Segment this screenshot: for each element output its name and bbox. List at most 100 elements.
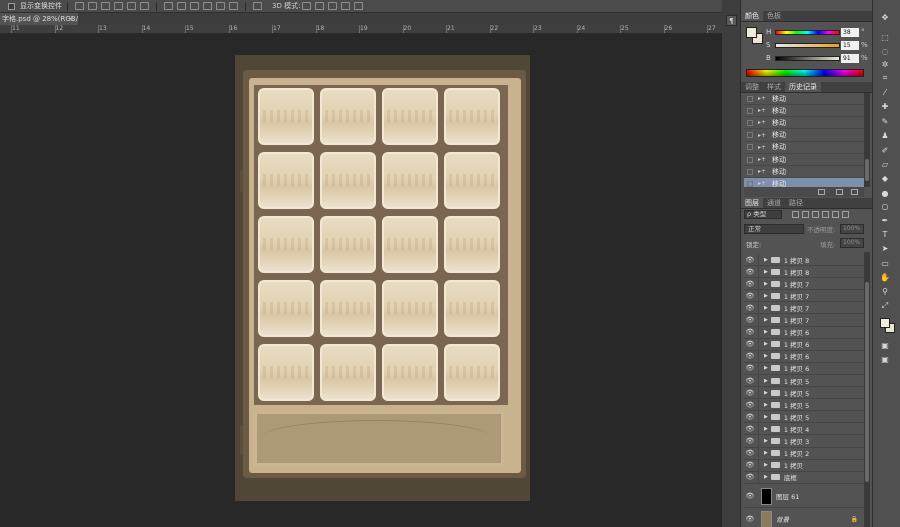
type-tool-icon[interactable]: T	[878, 229, 892, 240]
expand-triangle-icon[interactable]: ▶	[764, 257, 768, 263]
visibility-eye-icon[interactable]: 👁	[745, 352, 755, 360]
layer-name[interactable]: 1 拷贝 3	[784, 436, 809, 446]
layer-name[interactable]: 底框	[784, 472, 797, 482]
layer-group-row[interactable]: 👁 ▶ 1 拷贝 7	[744, 277, 864, 291]
snapshot-checkbox[interactable]	[747, 119, 753, 126]
layer-name[interactable]: 1 拷贝 7	[784, 315, 809, 325]
document-tab[interactable]: 字格.psd @ 28%(RGB/8) ×	[0, 13, 78, 25]
expand-triangle-icon[interactable]: ▶	[764, 341, 768, 347]
layer-group-row[interactable]: 👁 ▶ 1 拷贝 7	[744, 301, 864, 315]
expand-triangle-icon[interactable]: ▶	[764, 462, 768, 468]
expand-triangle-icon[interactable]: ▶	[764, 281, 768, 287]
layers-scroll-thumb[interactable]	[865, 282, 869, 482]
expand-triangle-icon[interactable]: ▶	[764, 329, 768, 335]
brush-tool-icon[interactable]: ✎	[878, 116, 892, 127]
layer-group-row[interactable]: 👁 ▶ 1 拷贝 6	[744, 350, 864, 363]
auto-align-icon[interactable]	[253, 2, 262, 10]
visibility-eye-icon[interactable]: 👁	[745, 389, 755, 397]
tab-styles[interactable]: 样式	[763, 82, 785, 92]
visibility-eye-icon[interactable]: 👁	[745, 377, 755, 385]
path-select-icon[interactable]: ➤	[878, 243, 892, 254]
3d-drag-icon[interactable]	[328, 2, 338, 10]
swap-colors-icon[interactable]: ⤢	[878, 300, 892, 311]
saturation-bar[interactable]	[775, 43, 840, 48]
history-scrollbar[interactable]	[864, 93, 870, 187]
layer-group-row[interactable]: 👁 ▶ 1 拷贝 5	[744, 374, 864, 387]
tab-paths[interactable]: 路径	[785, 198, 807, 208]
layer-group-row[interactable]: 👁 ▶ 1 拷贝 8	[744, 265, 864, 279]
layer-row[interactable]: 👁 图层 61	[744, 485, 864, 508]
expand-triangle-icon[interactable]: ▶	[764, 365, 768, 371]
hue-bar[interactable]	[775, 30, 840, 35]
filter-toggle-icon[interactable]	[842, 211, 849, 218]
show-transform-checkbox[interactable]	[8, 2, 15, 10]
history-item[interactable]: ▸+ 移动	[744, 93, 864, 105]
layer-filter-dropdown[interactable]: ρ 类型	[744, 210, 782, 219]
expand-triangle-icon[interactable]: ▶	[764, 293, 768, 299]
expand-triangle-icon[interactable]: ▶	[764, 402, 768, 408]
snapshot-checkbox[interactable]	[747, 95, 753, 102]
new-snapshot-icon[interactable]	[836, 189, 843, 195]
fill-input[interactable]: 100%	[840, 238, 864, 248]
history-item[interactable]: ▸+ 移动	[744, 154, 864, 166]
distribute-bottom-icon[interactable]	[190, 2, 199, 10]
visibility-eye-icon[interactable]: 👁	[745, 340, 755, 348]
brightness-slider[interactable]: B 91 %	[766, 54, 868, 63]
align-hcenter-icon[interactable]	[127, 2, 136, 10]
visibility-eye-icon[interactable]: 👁	[745, 256, 755, 264]
align-vcenter-icon[interactable]	[88, 2, 97, 10]
layer-name[interactable]: 1 拷贝 5	[784, 376, 809, 386]
brightness-bar[interactable]	[775, 56, 840, 61]
expand-triangle-icon[interactable]: ▶	[764, 426, 768, 432]
layer-group-row[interactable]: 👁 ▶ 底框	[744, 471, 864, 484]
hand-tool-icon[interactable]: ✋	[878, 272, 892, 283]
layer-group-row[interactable]: 👁 ▶ 1 拷贝 5	[744, 398, 864, 412]
visibility-eye-icon[interactable]: 👁	[745, 280, 755, 288]
layer-name[interactable]: 1 拷贝 7	[784, 279, 809, 289]
layer-group-row[interactable]: 👁 ▶ 1 拷贝 8	[744, 253, 864, 266]
opacity-input[interactable]: 100%	[840, 224, 864, 234]
marquee-tool-icon[interactable]: ⬚	[878, 32, 892, 43]
history-item[interactable]: ▸+ 移动	[744, 141, 864, 154]
layer-group-row[interactable]: 👁 ▶ 1 拷贝 5	[744, 386, 864, 400]
zoom-tool-icon[interactable]: ⚲	[878, 286, 892, 297]
eraser-tool-icon[interactable]: ▱	[878, 159, 892, 170]
lasso-tool-icon[interactable]: ◌	[878, 46, 892, 57]
layer-group-row[interactable]: 👁 ▶ 1 拷贝 4	[744, 422, 864, 436]
layer-name[interactable]: 1 拷贝 6	[784, 339, 809, 349]
hue-value[interactable]: 38	[841, 28, 859, 37]
filter-pixel-icon[interactable]	[792, 211, 799, 218]
expand-triangle-icon[interactable]: ▶	[764, 450, 768, 456]
layer-name[interactable]: 1 拷贝 5	[784, 388, 809, 398]
distribute-left-icon[interactable]	[203, 2, 212, 10]
history-item[interactable]: ▸+ 移动	[744, 117, 864, 130]
distribute-hcenter-icon[interactable]	[216, 2, 225, 10]
filter-adjustment-icon[interactable]	[802, 211, 809, 218]
visibility-eye-icon[interactable]: 👁	[745, 292, 755, 300]
filter-smart-object-icon[interactable]	[832, 211, 839, 218]
visibility-eye-icon[interactable]: 👁	[745, 473, 755, 481]
eyedropper-icon[interactable]: ⁄	[878, 87, 892, 98]
layer-name[interactable]: 1 拷贝 6	[784, 363, 809, 373]
layer-name[interactable]: 1 拷贝 7	[784, 291, 809, 301]
align-right-icon[interactable]	[140, 2, 149, 10]
visibility-eye-icon[interactable]: 👁	[745, 328, 755, 336]
3d-rotate-icon[interactable]	[302, 2, 312, 10]
layer-name[interactable]: 1 拷贝 4	[784, 424, 809, 434]
layer-name[interactable]: 1 拷贝	[784, 460, 803, 470]
paragraph-panel-icon[interactable]: ¶	[726, 15, 737, 26]
visibility-eye-icon[interactable]: 👁	[745, 449, 755, 457]
clone-stamp-icon[interactable]: ♟	[878, 130, 892, 141]
snapshot-checkbox[interactable]	[747, 156, 753, 163]
distribute-vcenter-icon[interactable]	[177, 2, 186, 10]
expand-triangle-icon[interactable]: ▶	[764, 390, 768, 396]
visibility-eye-icon[interactable]: 👁	[745, 401, 755, 409]
layer-group-row[interactable]: 👁 ▶ 1 拷贝 5	[744, 410, 864, 424]
saturation-slider[interactable]: S 15 %	[766, 41, 868, 50]
foreground-color-swatch[interactable]	[746, 27, 757, 38]
visibility-eye-icon[interactable]: 👁	[745, 364, 755, 372]
layer-group-row[interactable]: 👁 ▶ 1 拷贝 6	[744, 326, 864, 339]
3d-slide-icon[interactable]	[341, 2, 351, 10]
color-spectrum-bar[interactable]	[746, 69, 864, 77]
hue-slider[interactable]: H 38 °	[766, 28, 866, 37]
